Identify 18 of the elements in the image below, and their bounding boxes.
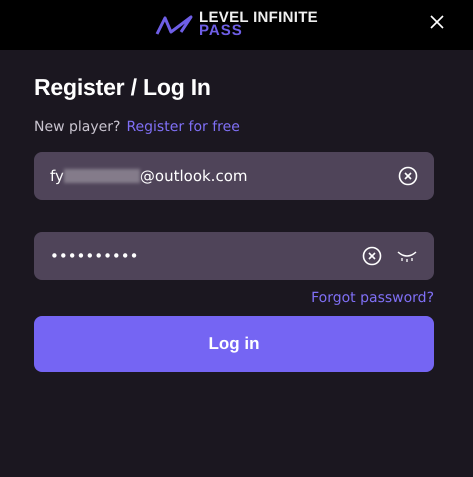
login-button[interactable]: Log in — [34, 316, 434, 372]
email-value: fy — [50, 167, 64, 185]
password-field[interactable]: •••••••••• — [34, 232, 434, 280]
clear-button[interactable] — [362, 246, 382, 266]
clear-icon — [362, 246, 382, 266]
logo-icon — [155, 14, 196, 36]
password-value: •••••••••• — [50, 247, 138, 265]
clear-icon — [398, 166, 418, 186]
email-field[interactable]: fy @outlook.com — [34, 152, 434, 200]
register-link[interactable]: Register for free — [126, 119, 240, 135]
clear-button[interactable] — [398, 166, 418, 186]
email-value: @outlook.com — [140, 167, 248, 185]
logo-subtext: PASS — [199, 25, 244, 38]
logo-text: LEVEL INFINITE — [199, 12, 318, 25]
page-title: Register / Log In — [34, 74, 212, 101]
eye-closed-button[interactable] — [396, 249, 418, 263]
signup-prompt: New player? — [34, 119, 120, 135]
forgot-password-link[interactable]: Forgot password? — [311, 290, 434, 306]
